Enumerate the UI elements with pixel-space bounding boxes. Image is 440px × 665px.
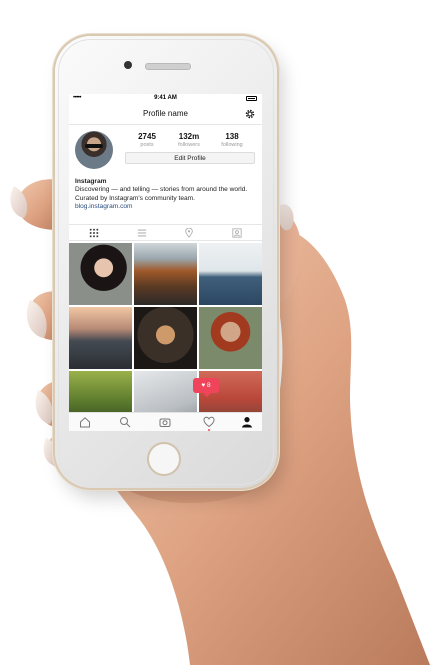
following-count[interactable]: 138 following bbox=[212, 132, 252, 148]
following-count-value: 138 bbox=[225, 132, 239, 141]
photo-tile[interactable] bbox=[134, 307, 197, 369]
likes-count: 8 bbox=[207, 382, 211, 389]
photo-tile[interactable] bbox=[69, 243, 132, 305]
followers-count-label: followers bbox=[178, 142, 200, 148]
avatar[interactable] bbox=[75, 131, 113, 169]
earpiece-speaker bbox=[145, 63, 191, 70]
followers-count-value: 132m bbox=[178, 132, 200, 141]
profile-name-title: Profile name bbox=[143, 109, 188, 118]
phone-device: ••••• 9:41 AM Profile name 2745 posts 13… bbox=[55, 36, 277, 488]
photo-grid bbox=[69, 243, 262, 431]
front-camera bbox=[124, 61, 132, 69]
home-icon[interactable] bbox=[79, 416, 91, 428]
following-count-label: following bbox=[221, 142, 243, 148]
notification-dot bbox=[208, 429, 210, 431]
profile-icon[interactable] bbox=[241, 416, 253, 428]
bio-link[interactable]: blog.instagram.com bbox=[75, 203, 259, 211]
battery-icon bbox=[246, 96, 257, 101]
phone-screen: ••••• 9:41 AM Profile name 2745 posts 13… bbox=[69, 94, 262, 431]
tagged-person-icon[interactable] bbox=[232, 228, 242, 238]
bio-name: Instagram bbox=[75, 178, 107, 185]
profile-tabs bbox=[69, 224, 262, 241]
heart-icon[interactable] bbox=[203, 416, 215, 428]
location-pin-icon[interactable] bbox=[184, 228, 194, 238]
posts-count-label: posts bbox=[140, 142, 154, 148]
photo-tile[interactable] bbox=[199, 243, 262, 305]
photo-tile[interactable] bbox=[69, 307, 132, 369]
search-icon[interactable] bbox=[119, 416, 131, 428]
home-button[interactable] bbox=[147, 442, 181, 476]
status-time: 9:41 AM bbox=[154, 95, 177, 101]
followers-count[interactable]: 132m followers bbox=[169, 132, 209, 148]
edit-profile-button[interactable]: Edit Profile bbox=[125, 152, 255, 164]
status-bar: ••••• 9:41 AM bbox=[69, 94, 262, 103]
list-icon[interactable] bbox=[137, 228, 147, 238]
bottom-tab-bar bbox=[69, 412, 262, 431]
photo-tile[interactable] bbox=[199, 307, 262, 369]
posts-count[interactable]: 2745 posts bbox=[127, 132, 167, 148]
camera-icon[interactable] bbox=[159, 416, 171, 428]
gear-icon[interactable] bbox=[244, 108, 256, 120]
nav-bar: Profile name bbox=[69, 103, 262, 125]
photo-tile[interactable] bbox=[134, 243, 197, 305]
bio-text: Discovering — and telling — stories from… bbox=[75, 186, 248, 202]
grid-icon[interactable] bbox=[89, 228, 99, 238]
heart-icon: ♥ bbox=[201, 382, 206, 389]
likes-notification-badge[interactable]: ♥ 8 bbox=[193, 378, 219, 397]
posts-count-value: 2745 bbox=[138, 132, 156, 141]
profile-bio: Instagram Discovering — and telling — st… bbox=[75, 178, 259, 212]
